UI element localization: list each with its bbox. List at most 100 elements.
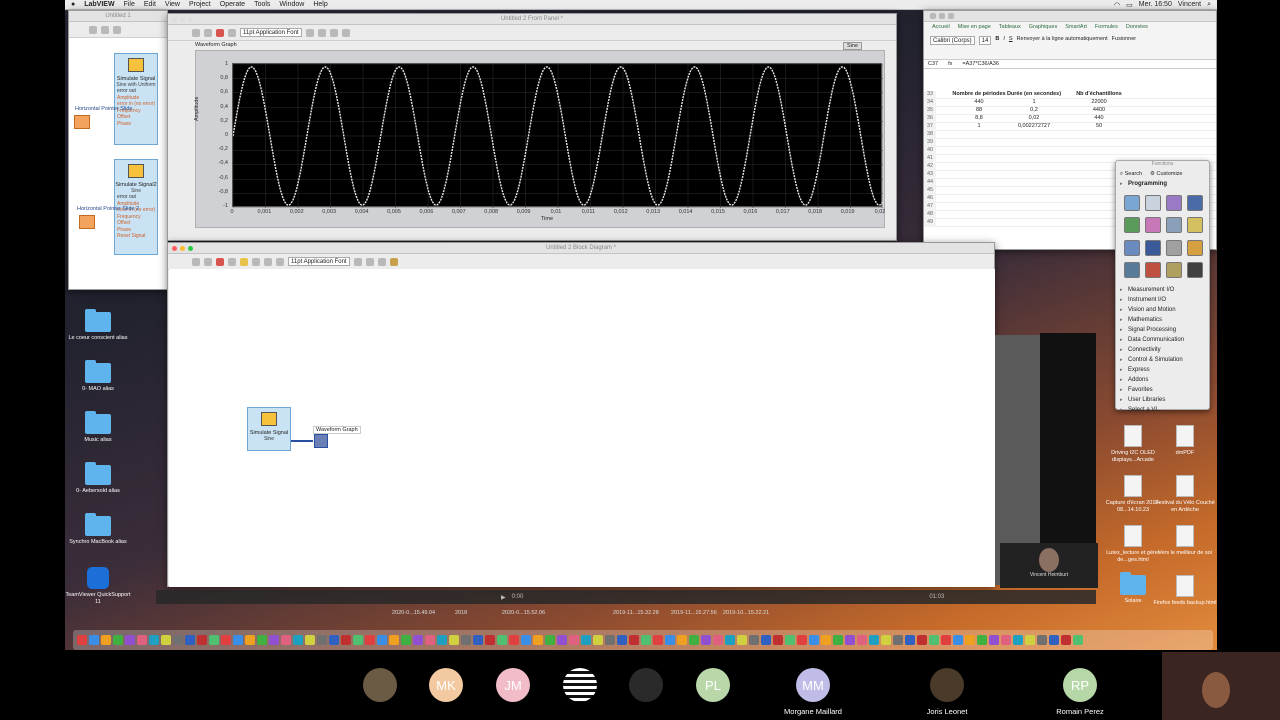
palette-category-item[interactable]: User Libraries <box>1116 395 1209 405</box>
desktop-folder-alias[interactable]: Music alias <box>65 411 133 444</box>
ribbon-tab[interactable]: Mise en page <box>958 24 991 30</box>
palette-customize-button[interactable]: ⚙ Customize <box>1150 171 1182 177</box>
cleanup-icon[interactable] <box>389 257 398 266</box>
abort-icon[interactable] <box>216 257 224 266</box>
wrap-text-button[interactable]: Renvoyer à la ligne automatiquement <box>1017 36 1108 42</box>
data-cell[interactable]: 50 <box>1069 123 1129 129</box>
underline-button[interactable]: S <box>1009 36 1013 42</box>
dock-app-icon[interactable] <box>857 635 867 645</box>
dock-app-icon[interactable] <box>449 635 459 645</box>
palette-category-item[interactable]: Addons <box>1116 375 1209 385</box>
run-continuous-icon[interactable] <box>204 28 212 37</box>
desktop-file-label[interactable]: 2019-10...15.22.21 <box>723 610 769 616</box>
ribbon-tab[interactable]: Tableaux <box>999 24 1021 30</box>
distribute-icon[interactable] <box>317 28 326 37</box>
desktop-file-label[interactable]: 2019-11...15.27.56 <box>671 610 717 616</box>
dock-app-icon[interactable] <box>377 635 387 645</box>
dock-app-icon[interactable] <box>1037 635 1047 645</box>
palette-function-icon[interactable] <box>1145 217 1161 234</box>
dock-app-icon[interactable] <box>773 635 783 645</box>
dock-app-icon[interactable] <box>161 635 171 645</box>
dock-app-icon[interactable] <box>965 635 975 645</box>
run-continuous-icon[interactable] <box>204 257 212 266</box>
palette-function-icon[interactable] <box>1187 261 1203 278</box>
menubar-user[interactable]: Vincent <box>1178 1 1201 9</box>
participant-avatar[interactable]: RP <box>1063 668 1097 702</box>
step-over-icon[interactable] <box>276 257 284 266</box>
dock-app-icon[interactable] <box>257 635 267 645</box>
close-icon[interactable] <box>172 246 177 251</box>
dock-app-icon[interactable] <box>293 635 303 645</box>
dock-app-icon[interactable] <box>761 635 771 645</box>
dock-app-icon[interactable] <box>1013 635 1023 645</box>
run-arrow-icon[interactable] <box>89 25 97 34</box>
menu-window[interactable]: Window <box>279 1 304 8</box>
palette-category-item[interactable]: Measurement I/O <box>1116 285 1209 295</box>
bold-button[interactable]: B <box>995 36 999 42</box>
dock-app-icon[interactable] <box>917 635 927 645</box>
search-icon[interactable]: ⌕ <box>1207 1 1211 9</box>
dock-app-icon[interactable] <box>101 635 111 645</box>
dock-app-icon[interactable] <box>1025 635 1035 645</box>
dock-app-icon[interactable] <box>1049 635 1059 645</box>
desktop-file-label[interactable]: 2020-0...15.49.04 <box>392 610 435 616</box>
run-arrow-icon[interactable] <box>192 257 200 266</box>
participant-avatar[interactable] <box>930 668 964 702</box>
palette-category-item[interactable]: Mathematics <box>1116 315 1209 325</box>
dock-app-icon[interactable] <box>233 635 243 645</box>
dock-app-icon[interactable] <box>845 635 855 645</box>
dock-app-icon[interactable] <box>221 635 231 645</box>
row-number[interactable]: 37 <box>924 123 936 131</box>
dock-app-icon[interactable] <box>653 635 663 645</box>
row-number[interactable]: 49 <box>924 219 936 227</box>
simulate-signal-node[interactable]: Simulate Signal Sine with Uniform error … <box>114 53 158 145</box>
participant-avatar[interactable]: JM <box>496 668 530 702</box>
row-number[interactable]: 33 <box>924 91 936 99</box>
row-number[interactable]: 43 <box>924 171 936 179</box>
desktop-file[interactable]: Festival du Vélo Couché en Ardèche <box>1153 475 1217 513</box>
dock-app-icon[interactable] <box>365 635 375 645</box>
dock-app-icon[interactable] <box>113 635 123 645</box>
dock-app-icon[interactable] <box>701 635 711 645</box>
dock-app-icon[interactable] <box>605 635 615 645</box>
ribbon-tab[interactable]: Graphiques <box>1029 24 1057 30</box>
desktop-file[interactable]: Firefox feeds backup.html <box>1153 575 1217 607</box>
participant-avatar[interactable] <box>629 668 663 702</box>
palette-category-item[interactable]: Data Communication <box>1116 335 1209 345</box>
dock-app-icon[interactable] <box>749 635 759 645</box>
dock-app-icon[interactable] <box>497 635 507 645</box>
dock-app-icon[interactable] <box>821 635 831 645</box>
menu-tools[interactable]: Tools <box>254 1 270 8</box>
data-cell[interactable]: 1 <box>1004 99 1064 105</box>
font-select[interactable]: Calibri (Corps) <box>930 36 975 45</box>
highlight-execution-icon[interactable] <box>240 257 248 266</box>
run-arrow-icon[interactable] <box>192 28 200 37</box>
palette-section-programming[interactable]: Programming <box>1116 179 1209 189</box>
palette-category-item[interactable]: Select a VI... <box>1116 405 1209 415</box>
simulate-signal-node[interactable]: Simulate Signal Sine <box>247 407 291 451</box>
dock-app-icon[interactable] <box>569 635 579 645</box>
dock-app-icon[interactable] <box>617 635 627 645</box>
dock-app-icon[interactable] <box>689 635 699 645</box>
row-number[interactable]: 38 <box>924 131 936 139</box>
desktop-folder-alias[interactable]: Le coeur conscient alias <box>65 309 133 342</box>
header-cell[interactable]: Nb d'échantillons <box>1069 91 1129 97</box>
palette-function-icon[interactable] <box>1145 261 1161 278</box>
row-number[interactable]: 36 <box>924 115 936 123</box>
palette-category-item[interactable]: Vision and Motion <box>1116 305 1209 315</box>
participant-avatar[interactable] <box>363 668 397 702</box>
dock-app-icon[interactable] <box>353 635 363 645</box>
dock-app-icon[interactable] <box>389 635 399 645</box>
row-number[interactable]: 39 <box>924 139 936 147</box>
dock-app-icon[interactable] <box>593 635 603 645</box>
dock-app-icon[interactable] <box>977 635 987 645</box>
dock-app-icon[interactable] <box>545 635 555 645</box>
palette-search-button[interactable]: ⌕ Search <box>1120 171 1142 178</box>
row-number[interactable]: 45 <box>924 187 936 195</box>
row-number[interactable]: 42 <box>924 163 936 171</box>
run-continuous-icon[interactable] <box>101 25 109 34</box>
dock-app-icon[interactable] <box>893 635 903 645</box>
dock-app-icon[interactable] <box>461 635 471 645</box>
dock-app-icon[interactable] <box>329 635 339 645</box>
dock-app-icon[interactable] <box>281 635 291 645</box>
